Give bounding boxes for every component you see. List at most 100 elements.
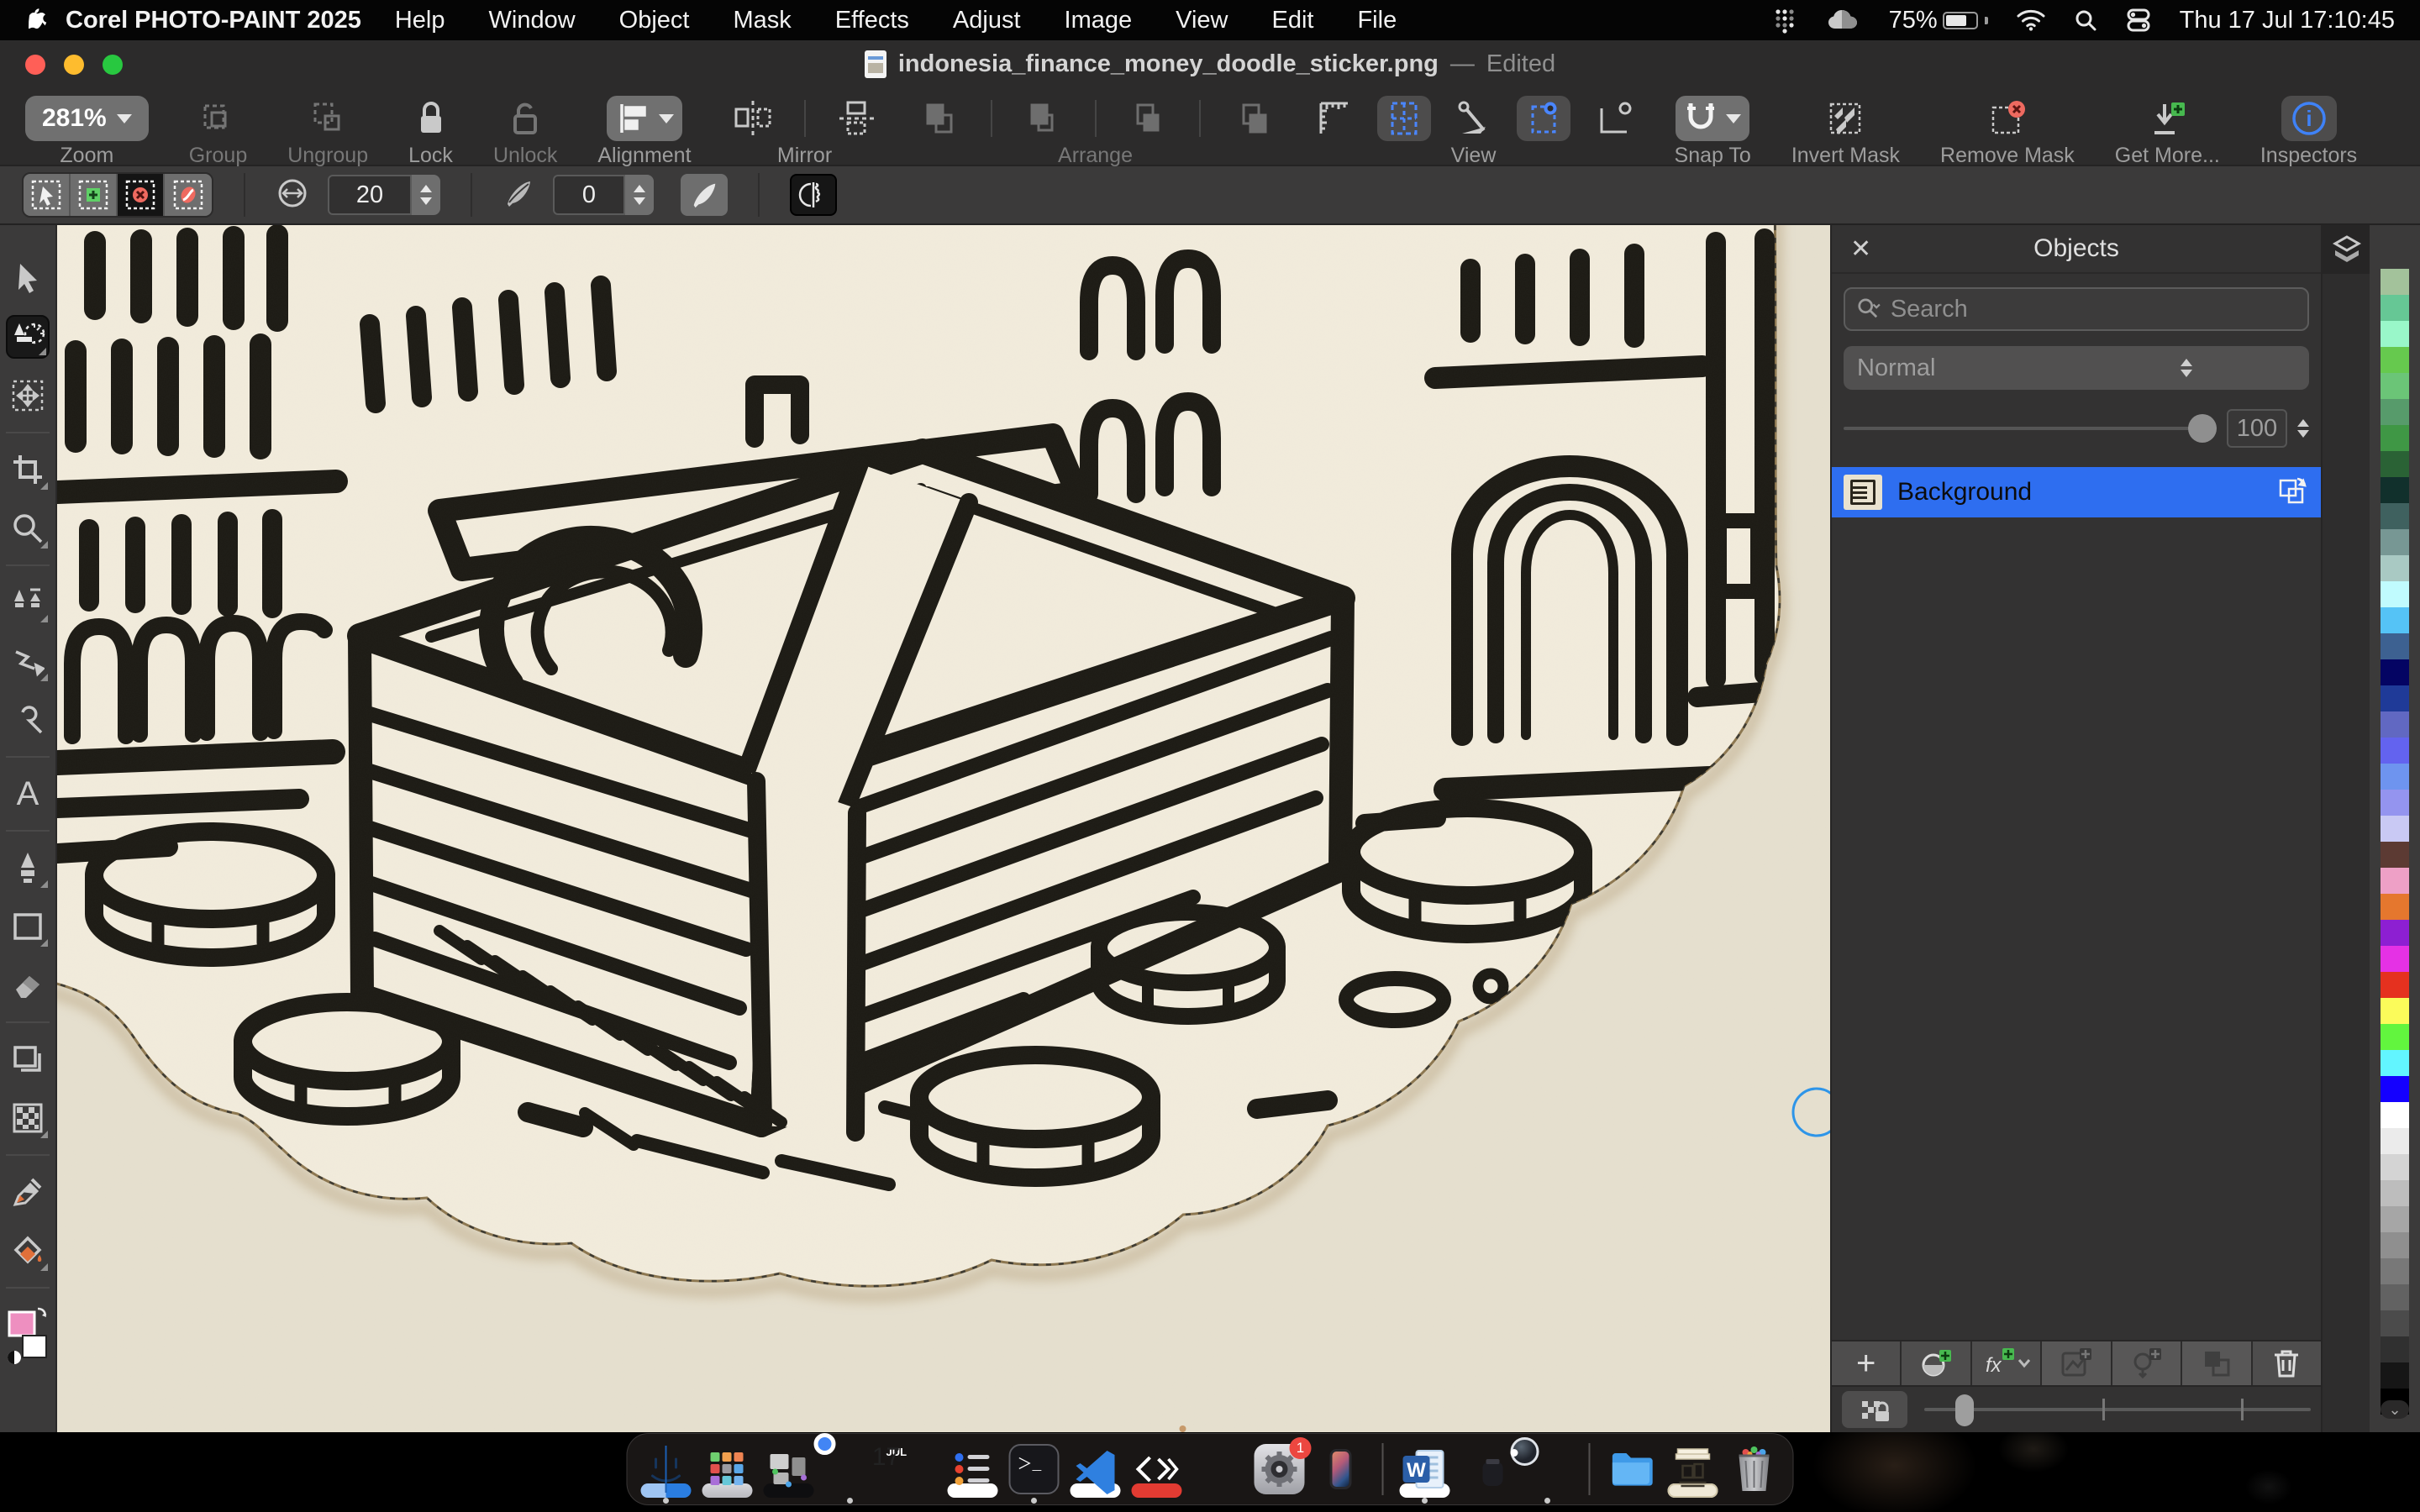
back-one-button[interactable] <box>1127 97 1169 139</box>
lock-button[interactable] <box>410 97 452 139</box>
palette-swatch[interactable] <box>2381 373 2409 399</box>
show-document-grid-button[interactable] <box>1377 96 1431 141</box>
eyedropper-tool[interactable] <box>6 1170 50 1214</box>
dock-corel-photo-paint-icon[interactable] <box>1523 1444 1573 1494</box>
new-object-button[interactable]: + <box>1832 1341 1902 1385</box>
combine-objects-button[interactable] <box>2182 1341 2252 1385</box>
zoom-tool[interactable] <box>6 507 50 550</box>
palette-swatch[interactable] <box>2381 269 2409 295</box>
palette-swatch[interactable] <box>2381 1076 2409 1102</box>
palette-swatch[interactable] <box>2381 1180 2409 1206</box>
keypad-icon[interactable] <box>1771 7 1798 34</box>
palette-swatch[interactable] <box>2381 946 2409 972</box>
layer-row-background[interactable]: Background <box>1832 467 2321 517</box>
menu-item[interactable]: Mask <box>712 7 813 34</box>
alignment-button[interactable] <box>607 96 682 141</box>
object-pick-tool[interactable] <box>6 1037 50 1081</box>
spotlight-search-icon[interactable] <box>2074 8 2097 32</box>
tolerance-stepper[interactable] <box>412 175 440 215</box>
dock-file-stack-icon[interactable] <box>1668 1444 1718 1494</box>
forward-one-button[interactable] <box>1023 97 1065 139</box>
palette-swatch[interactable] <box>2381 868 2409 894</box>
zoom-level-dropdown[interactable]: 281% <box>25 96 149 141</box>
remove-mask-button[interactable] <box>1986 97 2028 139</box>
lock-transparency-button[interactable] <box>1842 1391 1907 1428</box>
palette-swatch[interactable] <box>2381 1336 2409 1362</box>
new-lens-button[interactable] <box>1902 1341 1971 1385</box>
palette-swatch[interactable] <box>2381 477 2409 503</box>
crop-tool[interactable] <box>6 448 50 491</box>
group-button[interactable] <box>197 97 239 139</box>
inspectors-button[interactable]: i <box>2281 96 2337 141</box>
transparency-tool[interactable] <box>6 1096 50 1140</box>
menu-clock[interactable]: Thu 17 Jul 17:10:45 <box>2180 7 2395 34</box>
thumbnail-size-knob[interactable] <box>1955 1394 1974 1426</box>
palette-swatch[interactable] <box>2381 1102 2409 1128</box>
dock-terminal-icon[interactable]: ＞_ <box>1009 1444 1060 1494</box>
slope-tool-icon[interactable] <box>1453 97 1495 139</box>
palette-swatch[interactable] <box>2381 764 2409 790</box>
close-panel-icon[interactable]: ✕ <box>1850 234 1871 264</box>
menu-item[interactable]: Adjust <box>931 7 1043 34</box>
palette-swatch[interactable] <box>2381 738 2409 764</box>
clone-tool[interactable] <box>6 580 50 624</box>
menu-item[interactable]: File <box>1335 7 1418 34</box>
dock-photo-viewer-icon[interactable] <box>1461 1444 1512 1494</box>
mask-mode-overlap-button[interactable] <box>165 174 212 216</box>
palette-swatch[interactable] <box>2381 1050 2409 1076</box>
palette-swatch[interactable] <box>2381 607 2409 633</box>
ungroup-button[interactable] <box>307 97 349 139</box>
shape-tool[interactable] <box>6 639 50 683</box>
dock-word-icon[interactable]: W <box>1400 1444 1450 1494</box>
palette-swatch[interactable] <box>2381 894 2409 920</box>
antialias-toggle[interactable] <box>790 174 837 216</box>
menu-item[interactable]: View <box>1154 7 1249 34</box>
blend-mode-dropdown[interactable]: Normal <box>1844 346 2309 390</box>
to-front-button[interactable] <box>918 97 960 139</box>
menu-item[interactable]: Help <box>373 7 467 34</box>
color-wells[interactable] <box>6 1303 50 1370</box>
palette-swatch[interactable] <box>2381 529 2409 555</box>
to-back-button[interactable] <box>1231 97 1273 139</box>
dock-folder-icon[interactable] <box>1607 1444 1657 1494</box>
wifi-icon[interactable] <box>2017 9 2045 31</box>
rulers-button[interactable] <box>1313 97 1355 139</box>
palette-swatch[interactable] <box>2381 1128 2409 1154</box>
objects-inspector-tab[interactable] <box>2323 225 2371 274</box>
mask-mode-subtractive-button[interactable] <box>118 174 165 216</box>
palette-swatch[interactable] <box>2381 321 2409 347</box>
search-input[interactable] <box>1889 295 2296 324</box>
palette-swatch[interactable] <box>2381 295 2409 321</box>
menu-item[interactable]: Edit <box>1249 7 1335 34</box>
mask-mode-additive-button[interactable] <box>71 174 118 216</box>
palette-swatch[interactable] <box>2381 503 2409 529</box>
opacity-slider-knob[interactable] <box>2188 414 2217 443</box>
dock-system-settings-icon[interactable]: 1 <box>1255 1444 1305 1494</box>
menu-item[interactable]: Image <box>1043 7 1155 34</box>
tolerance-spinner[interactable]: 20 <box>328 175 440 215</box>
palette-swatch[interactable] <box>2381 816 2409 842</box>
palette-swatch[interactable] <box>2381 998 2409 1024</box>
fill-tool[interactable] <box>6 1229 50 1273</box>
objects-search[interactable] <box>1844 287 2309 331</box>
feather-spinner[interactable]: 0 <box>553 175 654 215</box>
text-tool[interactable]: A <box>6 772 50 816</box>
opacity-stepper[interactable] <box>2297 419 2309 438</box>
palette-swatch[interactable] <box>2381 1154 2409 1180</box>
dock-reminders-icon[interactable] <box>948 1444 998 1494</box>
palette-swatch[interactable] <box>2381 1310 2409 1336</box>
mask-mode-normal-button[interactable] <box>24 174 71 216</box>
palette-swatch[interactable] <box>2381 555 2409 581</box>
menu-item[interactable]: Window <box>467 7 597 34</box>
add-effect-button[interactable]: fx <box>1972 1341 2042 1385</box>
palette-swatch[interactable] <box>2381 685 2409 711</box>
battery-indicator[interactable]: 75% <box>1889 7 1988 34</box>
palette-swatch[interactable] <box>2381 1206 2409 1232</box>
palette-swatch[interactable] <box>2381 633 2409 659</box>
palette-swatch[interactable] <box>2381 920 2409 946</box>
palette-swatch[interactable] <box>2381 425 2409 451</box>
dock-planet-app-icon[interactable] <box>1193 1444 1244 1494</box>
dock-red-diamond-app-icon[interactable] <box>1132 1444 1182 1494</box>
mask-transform-tool[interactable] <box>6 374 50 417</box>
palette-swatch[interactable] <box>2381 1258 2409 1284</box>
